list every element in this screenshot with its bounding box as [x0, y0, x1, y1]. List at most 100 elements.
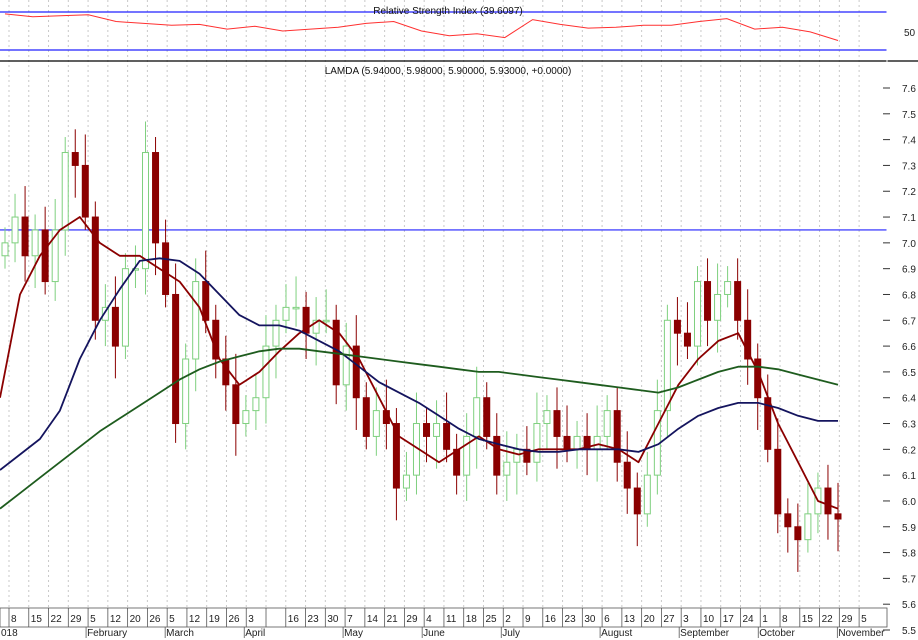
candle-body [423, 423, 431, 437]
candle-body [553, 410, 561, 437]
candle-up [121, 253, 129, 359]
week-label: 21 [387, 614, 399, 625]
candle-body [222, 358, 230, 386]
candle-up [543, 395, 551, 450]
week-label: 1 [762, 614, 768, 625]
candle-body [573, 435, 581, 450]
candle-down [21, 186, 29, 282]
week-label: 26 [149, 614, 161, 625]
rsi-line [4, 13, 839, 41]
week-label: 4 [426, 614, 432, 625]
rsi-axis-label: 50 [904, 28, 916, 39]
candle-down [824, 464, 832, 540]
candle-body [21, 216, 29, 257]
week-label: 29 [841, 614, 853, 625]
candle-up [51, 198, 59, 301]
month-label: May [344, 628, 363, 639]
month-label: April [245, 628, 265, 639]
candle-up [473, 366, 481, 469]
y-tick-label: 6.2 [902, 445, 916, 456]
candle-up [252, 374, 260, 430]
week-label: 12 [189, 614, 201, 625]
candle-body [704, 281, 712, 321]
candle-up [1, 227, 9, 269]
candle-body [322, 319, 330, 323]
candle-body [533, 423, 541, 463]
week-label: 19 [209, 614, 221, 625]
candle-up [513, 433, 521, 495]
week-label: 5 [861, 614, 867, 625]
week-label: 6 [604, 614, 610, 625]
candle-body [61, 152, 69, 231]
candle-down [704, 258, 712, 347]
candle-body [483, 397, 491, 437]
y-tick-label: 6.1 [902, 471, 916, 482]
week-label: 17 [723, 614, 735, 625]
y-tick-label: 5.5 [902, 626, 916, 637]
candle-body [202, 281, 210, 321]
week-label: 13 [624, 614, 636, 625]
candle-up [342, 322, 350, 411]
candle-body [683, 332, 691, 347]
candle-up [182, 343, 190, 450]
candle-body [724, 281, 732, 295]
candle-body [643, 474, 651, 515]
week-label: 23 [308, 614, 320, 625]
candle-body [804, 513, 812, 541]
candle-body [1, 242, 9, 257]
week-label: 11 [446, 614, 457, 625]
candle-body [282, 306, 290, 321]
candle-up [724, 266, 732, 308]
candle-body [433, 423, 441, 437]
candle-body [152, 152, 160, 244]
week-label: 5 [169, 614, 175, 625]
week-label: 24 [742, 614, 754, 625]
candle-body [172, 293, 180, 425]
month-label: 018 [1, 628, 18, 639]
candle-up [693, 266, 701, 366]
candle-down [623, 431, 631, 514]
week-label: 25 [485, 614, 497, 625]
candle-body [242, 410, 250, 425]
candle-up [573, 420, 581, 469]
candle-down [734, 258, 742, 340]
candle-body [272, 319, 280, 347]
candle-up [272, 304, 280, 379]
y-tick-label: 5.8 [902, 549, 916, 560]
candle-body [372, 410, 380, 437]
month-label: February [87, 628, 127, 639]
candle-body [774, 448, 782, 515]
candle-body [794, 526, 802, 541]
week-label: 29 [406, 614, 418, 625]
week-label: 15 [802, 614, 814, 625]
y-tick-label: 7.1 [902, 213, 916, 224]
candle-body [824, 487, 832, 515]
candle-down [71, 129, 79, 198]
candle-body [252, 397, 260, 412]
candle-body [41, 229, 49, 283]
candle-body [402, 474, 410, 489]
rsi-title: Relative Strength Index (39.6097) [373, 6, 523, 17]
stock-chart: Relative Strength Index (39.6097) 50 LAM… [0, 0, 918, 640]
y-tick-label: 7.3 [902, 161, 916, 172]
candle-down [744, 289, 752, 385]
y-tick-label: 6.0 [902, 497, 916, 508]
candle-body [714, 293, 722, 321]
candle-body [834, 513, 842, 520]
y-tick-label: 6.6 [902, 342, 916, 353]
week-label: 27 [663, 614, 675, 625]
week-label: 30 [327, 614, 339, 625]
candle-up [643, 451, 651, 527]
candle-body [111, 306, 119, 347]
candle-down [91, 201, 99, 340]
candle-down [683, 302, 691, 359]
week-label: 8 [782, 614, 788, 625]
candle-down [362, 382, 370, 450]
y-tick-label: 6.8 [902, 290, 916, 301]
y-tick-label: 6.5 [902, 368, 916, 379]
week-label: 16 [288, 614, 300, 625]
y-tick-label: 5.6 [902, 600, 916, 611]
candle-down [352, 315, 360, 430]
candle-down [764, 374, 772, 463]
candle-body [362, 397, 370, 437]
